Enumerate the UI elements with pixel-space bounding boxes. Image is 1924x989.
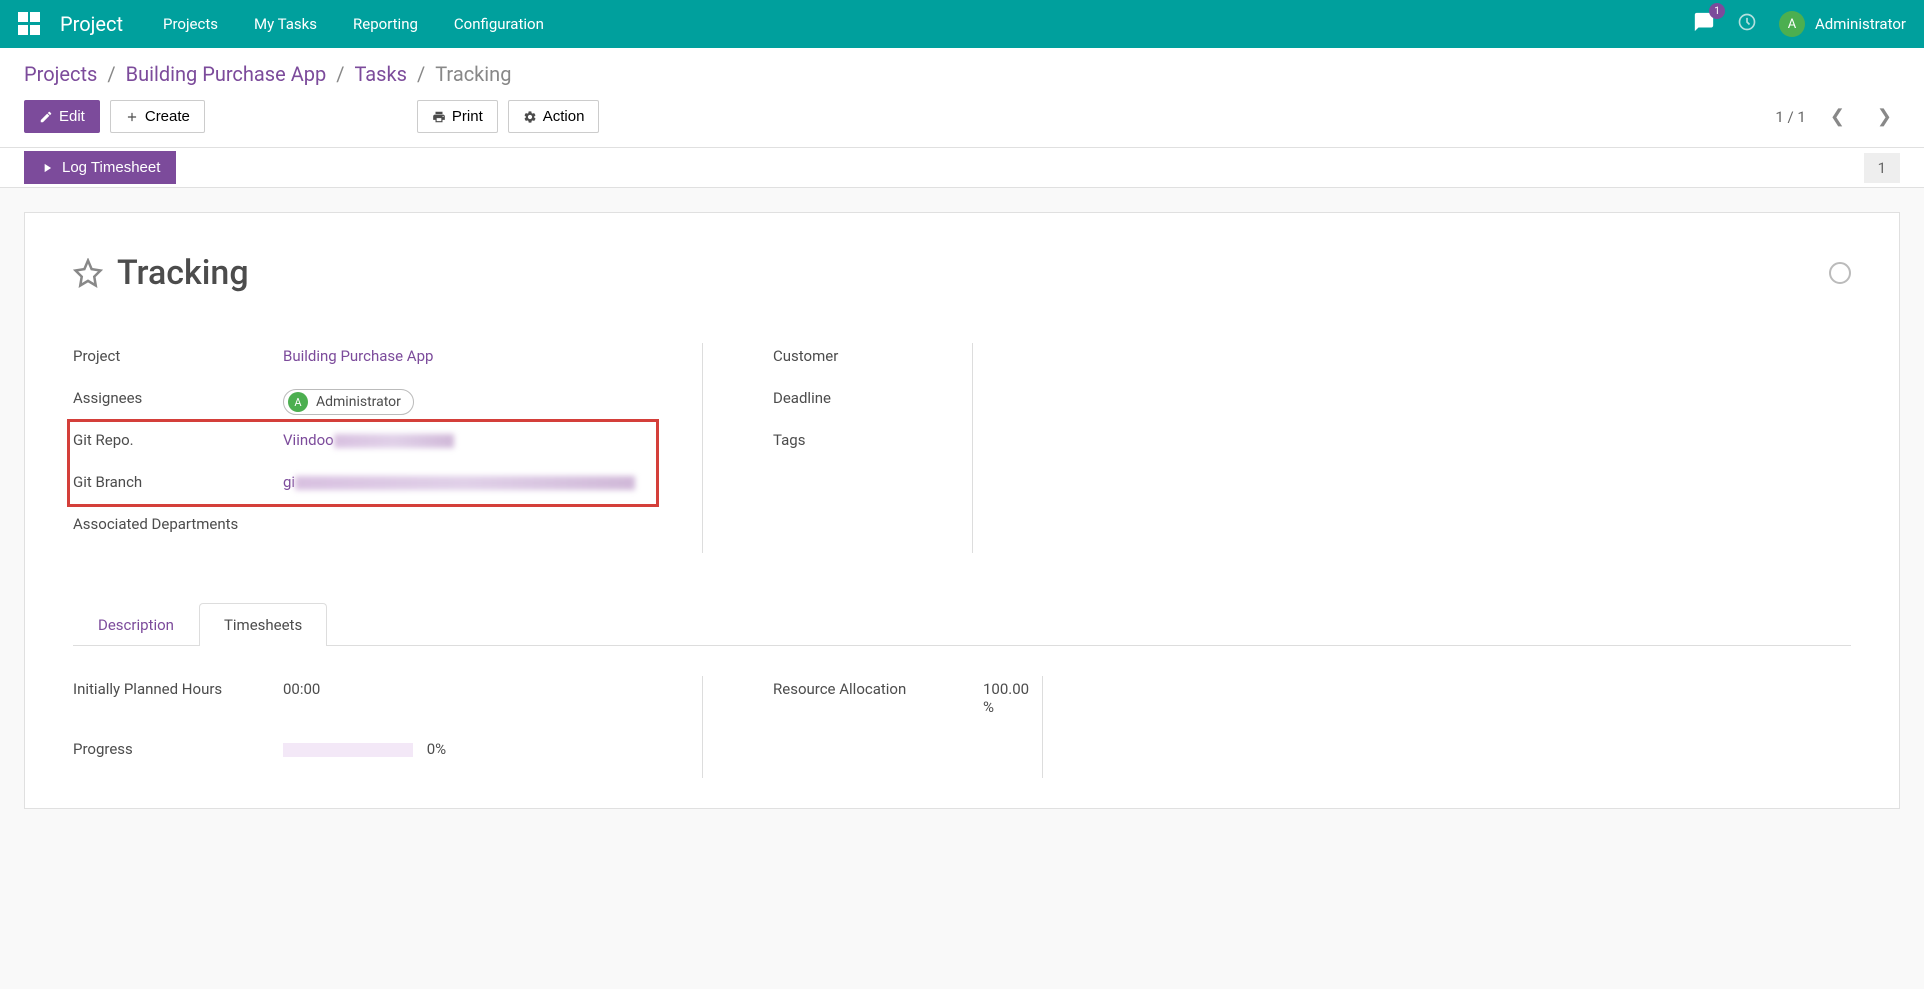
activity-clock-icon[interactable]	[1737, 12, 1757, 36]
field-row-assoc-dept: Associated Departments	[73, 511, 702, 553]
print-icon	[432, 110, 446, 124]
git-repo-value[interactable]: Viindoo	[273, 427, 702, 449]
field-columns: Project Building Purchase App Assignees …	[73, 343, 1851, 553]
breadcrumb-projects[interactable]: Projects	[24, 62, 97, 86]
planned-label: Initially Planned Hours	[73, 676, 273, 698]
breadcrumb-sep: /	[107, 62, 115, 86]
action-button[interactable]: Action	[508, 100, 600, 133]
resource-value: 100.00 %	[943, 676, 1042, 716]
progress-value-wrap: 0%	[273, 736, 702, 758]
redacted-text	[295, 476, 635, 490]
planned-value: 00:00	[273, 676, 702, 698]
nav-links: Projects My Tasks Reporting Configuratio…	[163, 15, 544, 33]
gear-icon	[523, 110, 537, 124]
breadcrumb-current: Tracking	[435, 62, 511, 86]
breadcrumb-sep: /	[336, 62, 344, 86]
log-timesheet-button[interactable]: Log Timesheet	[24, 151, 176, 184]
breadcrumb-project-name[interactable]: Building Purchase App	[126, 62, 327, 86]
tags-label: Tags	[773, 427, 972, 449]
assoc-dept-value	[273, 511, 702, 515]
field-row-progress: Progress 0%	[73, 736, 702, 778]
chat-icon[interactable]: 1	[1693, 11, 1715, 37]
field-col-left: Project Building Purchase App Assignees …	[73, 343, 703, 553]
field-row-project: Project Building Purchase App	[73, 343, 702, 385]
user-name: Administrator	[1815, 15, 1906, 33]
field-row-resource: Resource Allocation 100.00 %	[773, 676, 1042, 718]
action-group-left: Edit Create	[24, 100, 205, 133]
ts-col-right: Resource Allocation 100.00 %	[703, 676, 1043, 778]
assignee-pill[interactable]: A Administrator	[283, 389, 414, 415]
progress-bar	[283, 743, 413, 757]
resource-label: Resource Allocation	[773, 676, 943, 698]
create-button[interactable]: Create	[110, 100, 205, 133]
app-title[interactable]: Project	[60, 12, 123, 36]
field-row-git-repo: Git Repo. Viindoo	[73, 427, 702, 469]
form-wrapper: Tracking Project Building Purchase App A…	[0, 188, 1924, 833]
assoc-dept-label: Associated Departments	[73, 511, 273, 533]
user-menu[interactable]: A Administrator	[1779, 11, 1906, 37]
ts-col-spacer	[1043, 676, 1851, 778]
title-row: Tracking	[73, 253, 1851, 293]
nav-reporting[interactable]: Reporting	[353, 15, 418, 33]
action-group-center: Print Action	[417, 100, 600, 133]
apps-grid-icon[interactable]	[18, 12, 42, 36]
assignees-value: A Administrator	[273, 385, 702, 415]
timesheet-fields: Initially Planned Hours 00:00 Progress 0…	[73, 676, 1851, 778]
pager-next-icon[interactable]: ❯	[1869, 102, 1900, 131]
avatar: A	[288, 392, 308, 412]
breadcrumb-sep: /	[417, 62, 425, 86]
statusbar: Log Timesheet 1	[0, 148, 1924, 188]
topbar-right: 1 A Administrator	[1693, 11, 1906, 37]
field-row-git-branch: Git Branch gi	[73, 469, 702, 511]
action-row: Edit Create Print Action 1 / 1 ❮ ❯	[24, 100, 1900, 133]
deadline-label: Deadline	[773, 385, 972, 407]
field-row-tags: Tags	[773, 427, 972, 469]
nav-configuration[interactable]: Configuration	[454, 15, 544, 33]
tab-timesheets[interactable]: Timesheets	[199, 603, 327, 646]
field-row-planned: Initially Planned Hours 00:00	[73, 676, 702, 736]
top-navbar: Project Projects My Tasks Reporting Conf…	[0, 0, 1924, 48]
header-section: Projects / Building Purchase App / Tasks…	[0, 48, 1924, 148]
tab-description[interactable]: Description	[73, 603, 199, 646]
edit-button[interactable]: Edit	[24, 100, 100, 133]
breadcrumb-tasks[interactable]: Tasks	[354, 62, 407, 86]
kanban-state-circle[interactable]	[1829, 262, 1851, 284]
git-branch-label: Git Branch	[73, 469, 273, 491]
field-row-assignees: Assignees A Administrator	[73, 385, 702, 427]
project-value[interactable]: Building Purchase App	[273, 343, 702, 365]
field-row-customer: Customer	[773, 343, 972, 385]
git-repo-label: Git Repo.	[73, 427, 273, 449]
project-label: Project	[73, 343, 273, 365]
customer-label: Customer	[773, 343, 972, 365]
star-icon[interactable]	[73, 258, 103, 288]
chat-badge: 1	[1709, 3, 1725, 19]
ts-col-left: Initially Planned Hours 00:00 Progress 0…	[73, 676, 703, 778]
avatar: A	[1779, 11, 1805, 37]
git-branch-value[interactable]: gi	[273, 469, 702, 491]
tabs: Description Timesheets	[73, 603, 1851, 646]
assignee-name: Administrator	[316, 394, 401, 410]
play-icon	[40, 161, 54, 175]
pager-text: 1 / 1	[1775, 108, 1806, 126]
progress-label: Progress	[73, 736, 273, 758]
task-title: Tracking	[117, 253, 249, 293]
progress-value: 0%	[427, 740, 446, 758]
field-col-right: Customer Deadline Tags	[703, 343, 973, 553]
field-col-spacer	[973, 343, 1851, 553]
plus-icon	[125, 110, 139, 124]
pencil-icon	[39, 110, 53, 124]
breadcrumb: Projects / Building Purchase App / Tasks…	[24, 62, 1900, 86]
nav-projects[interactable]: Projects	[163, 15, 218, 33]
pager-prev-icon[interactable]: ❮	[1822, 102, 1853, 131]
nav-my-tasks[interactable]: My Tasks	[254, 15, 317, 33]
assignees-label: Assignees	[73, 385, 273, 407]
status-count[interactable]: 1	[1864, 153, 1900, 183]
print-button[interactable]: Print	[417, 100, 498, 133]
form-card: Tracking Project Building Purchase App A…	[24, 212, 1900, 809]
redacted-text	[334, 434, 454, 448]
field-row-deadline: Deadline	[773, 385, 972, 427]
pager: 1 / 1 ❮ ❯	[1775, 102, 1900, 131]
